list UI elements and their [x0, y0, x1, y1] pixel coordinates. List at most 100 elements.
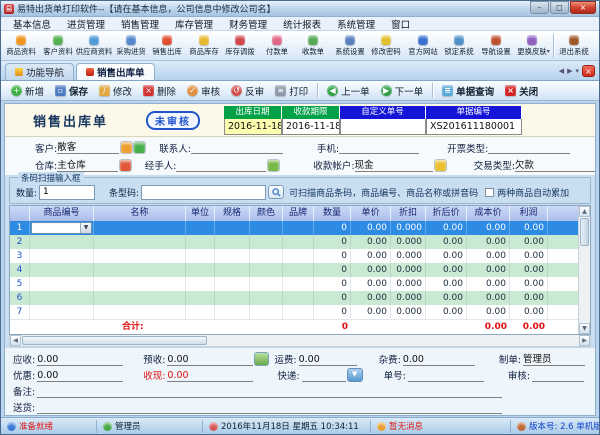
- table-row[interactable]: 1 ▼ 0 0.00 0.000 0.00 0.00 0.00: [10, 221, 578, 235]
- toolbar-change-password[interactable]: 修改密码: [368, 32, 405, 60]
- footer-field-value[interactable]: 管理员: [523, 353, 586, 366]
- supplier-info-icon: [89, 34, 100, 45]
- menu-item-1[interactable]: 进货管理: [59, 17, 113, 31]
- toolbar-official-website[interactable]: 官方网站: [405, 32, 442, 60]
- toolbar-supplier-info[interactable]: 供应商资料: [76, 32, 113, 60]
- header-cell-value[interactable]: XS201611180001: [426, 118, 523, 135]
- footer-field-value[interactable]: 0.00: [167, 369, 254, 382]
- field-value[interactable]: 现金: [354, 159, 433, 172]
- action-prev-bill-button[interactable]: ◀ 上一单: [322, 82, 375, 100]
- delivery-field[interactable]: [37, 401, 503, 414]
- scroll-left-icon[interactable]: ◀: [10, 335, 21, 346]
- hscroll-thumb[interactable]: [22, 336, 207, 345]
- action-query-bill-button[interactable]: ≡ 单据查询: [437, 82, 499, 100]
- action-print-button[interactable]: ≡ 打印: [270, 82, 313, 100]
- vscroll-thumb[interactable]: [580, 218, 589, 246]
- footer-field-value[interactable]: [407, 369, 484, 382]
- table-row[interactable]: 6 0 0.00 0.000 0.00 0.00 0.00: [10, 291, 578, 305]
- menu-item-3[interactable]: 库存管理: [167, 17, 221, 31]
- toolbar-sales-out[interactable]: 销售出库: [149, 32, 186, 60]
- field-value[interactable]: 欠款: [514, 159, 596, 172]
- field-value[interactable]: [488, 141, 571, 155]
- menu-item-0[interactable]: 基本信息: [5, 17, 59, 31]
- toolbar-goods-stock[interactable]: 商品库存: [186, 32, 223, 60]
- footer-field-value[interactable]: [301, 369, 346, 382]
- action-close-button[interactable]: × 关闭: [500, 82, 543, 100]
- action-save-button[interactable]: ▫ 保存: [50, 82, 93, 100]
- maximize-button[interactable]: ◻: [550, 0, 569, 14]
- tab-function-nav[interactable]: 功能导航: [5, 63, 75, 80]
- action-unaudit-button[interactable]: ↺ 反审: [226, 82, 269, 100]
- toolbar-payment-bill[interactable]: 付款单: [259, 32, 296, 60]
- toolbar-customer-info[interactable]: 客户资料: [40, 32, 77, 60]
- add-customer-icon[interactable]: [134, 142, 146, 154]
- action-modify-button[interactable]: / 修改: [94, 82, 137, 100]
- tab-scroll-left-icon[interactable]: ◀: [559, 67, 564, 75]
- footer-field-value[interactable]: 0.00: [167, 353, 254, 366]
- footer-field-value[interactable]: [532, 369, 585, 382]
- footer-field-value[interactable]: 0.00: [37, 353, 124, 366]
- customer-picker-icon[interactable]: [121, 142, 133, 154]
- window-title: 易特出货单打印软件--【请在基本信息，公司信息中修改公司名】: [17, 5, 276, 15]
- footer-field-value[interactable]: 0.00: [402, 353, 475, 366]
- toolbar-nav-settings[interactable]: 导航设置: [478, 32, 515, 60]
- field-value[interactable]: [339, 141, 420, 155]
- product-code-combobox[interactable]: ▼: [31, 222, 92, 234]
- toolbar-lock-system[interactable]: 锁定系统: [441, 32, 478, 60]
- header-cell-value[interactable]: [340, 118, 427, 135]
- qty-input[interactable]: [39, 184, 96, 200]
- action-audit-button[interactable]: ✓ 审核: [182, 82, 225, 100]
- account-picker-icon[interactable]: [434, 159, 446, 171]
- toolbar-stock-transfer[interactable]: 库存调拨: [222, 32, 259, 60]
- combo-dropdown-icon[interactable]: ▼: [80, 223, 91, 233]
- scroll-up-icon[interactable]: ▲: [579, 206, 590, 217]
- field-value[interactable]: [176, 159, 267, 172]
- field-value[interactable]: 散客: [57, 141, 120, 155]
- auto-accumulate-checkbox[interactable]: [485, 187, 495, 197]
- action-next-bill-button[interactable]: ▶ 下一单: [376, 82, 429, 100]
- minimize-button[interactable]: –: [530, 0, 549, 14]
- toolbar-receipt-bill[interactable]: 收款单: [295, 32, 332, 60]
- tab-scroll-right-icon[interactable]: ▶: [567, 67, 572, 75]
- action-delete-button[interactable]: × 删除: [138, 82, 181, 100]
- menu-item-6[interactable]: 系统管理: [329, 17, 383, 31]
- recalc-icon[interactable]: [255, 353, 269, 365]
- table-row[interactable]: 3 0 0.00 0.000 0.00 0.00 0.00: [10, 249, 578, 263]
- warehouse-picker-icon[interactable]: [119, 159, 131, 171]
- field-value[interactable]: 主仓库: [57, 159, 118, 172]
- express-dropdown-icon[interactable]: ▼: [347, 369, 362, 381]
- footer-field-value[interactable]: 0.00: [298, 353, 357, 366]
- action-new-button[interactable]: + 新增: [6, 82, 49, 100]
- toolbar-purchase-in[interactable]: 采购进货: [113, 32, 150, 60]
- menu-item-2[interactable]: 销售管理: [113, 17, 167, 31]
- horizontal-scrollbar[interactable]: ◀ ▶: [9, 335, 591, 347]
- field-value[interactable]: [190, 141, 283, 155]
- close-button[interactable]: ×: [570, 0, 596, 14]
- table-row[interactable]: 2 0 0.00 0.000 0.00 0.00 0.00: [10, 235, 578, 249]
- menu-item-7[interactable]: 窗口: [383, 17, 418, 31]
- tab-sales-outbound[interactable]: 销售出库单: [76, 63, 155, 80]
- barcode-search-button[interactable]: [268, 185, 285, 199]
- menu-item-4[interactable]: 财务管理: [221, 17, 275, 31]
- handler-picker-icon[interactable]: [268, 159, 280, 171]
- header-cell-value[interactable]: 2016-11-18: [282, 118, 341, 135]
- tab-close-icon[interactable]: ×: [582, 65, 595, 77]
- remark-field[interactable]: [37, 385, 503, 398]
- table-row[interactable]: 5 0 0.00 0.000 0.00 0.00 0.00: [10, 277, 578, 291]
- footer-field-value[interactable]: 0.00: [37, 369, 124, 382]
- toolbar-goods-info[interactable]: 商品资料: [3, 32, 40, 60]
- table-row[interactable]: 7 0 0.00 0.000 0.00 0.00 0.00: [10, 305, 578, 319]
- scroll-down-icon[interactable]: ▼: [579, 323, 590, 334]
- menu-item-5[interactable]: 统计报表: [275, 17, 329, 31]
- close-icon: ×: [505, 85, 517, 96]
- header-cell-value[interactable]: 2016-11-18: [224, 118, 283, 135]
- barcode-input[interactable]: [141, 184, 267, 200]
- vertical-scrollbar[interactable]: ▲ ▼: [578, 206, 590, 334]
- toolbar-exit-system[interactable]: 退出系统: [556, 32, 593, 60]
- scroll-right-icon[interactable]: ▶: [579, 335, 590, 346]
- toolbar-change-skin[interactable]: 更换皮肤 ▾: [514, 32, 551, 60]
- tab-list-icon[interactable]: ▾: [575, 67, 579, 75]
- table-row[interactable]: 4 0 0.00 0.000 0.00 0.00 0.00: [10, 263, 578, 277]
- toolbar-system-settings[interactable]: 系统设置: [332, 32, 369, 60]
- table-cell: [215, 263, 250, 277]
